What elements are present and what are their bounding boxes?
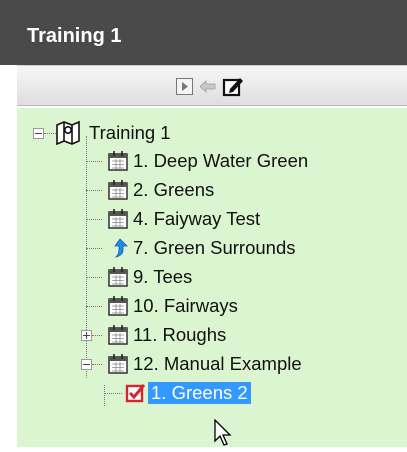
calendar-icon xyxy=(106,352,130,376)
panel-header: Training 1 xyxy=(0,0,407,65)
tree-item[interactable]: 4. Faiyway Test xyxy=(17,204,407,234)
tree-connector xyxy=(86,161,102,162)
tree-expander[interactable] xyxy=(81,359,92,370)
tree-item[interactable]: 2. Greens xyxy=(17,175,407,205)
tree-connector xyxy=(86,248,102,249)
calendar-icon xyxy=(106,294,130,318)
tree-item-label: 9. Tees xyxy=(133,266,193,287)
tree-item[interactable]: 7. Green Surrounds xyxy=(17,233,407,263)
tree-root-label: Training 1 xyxy=(89,122,171,143)
tree-item-label: 10. Fairways xyxy=(133,295,238,316)
tree-item[interactable]: 11. Roughs xyxy=(17,320,407,350)
tree-view[interactable]: Training 1 1. Deep Water Green 2. Greens… xyxy=(17,108,407,447)
tree-item-label: 4. Faiyway Test xyxy=(133,208,261,229)
tree-expander[interactable] xyxy=(33,128,44,139)
tree-root[interactable]: Training 1 xyxy=(17,118,407,148)
tree-item[interactable]: 9. Tees xyxy=(17,262,407,292)
tree-child-item[interactable]: 1. Greens 2 xyxy=(17,378,407,408)
calendar-icon xyxy=(106,178,130,202)
tree-item-label: 11. Roughs xyxy=(133,324,227,345)
arrow-up-icon xyxy=(106,236,130,260)
mouse-cursor-icon xyxy=(214,418,234,452)
arrow-left-icon[interactable] xyxy=(199,80,216,98)
edit-icon[interactable] xyxy=(222,75,244,102)
tree-item-label: 2. Greens xyxy=(133,179,215,200)
tree-item-label: 12. Manual Example xyxy=(133,353,302,374)
tree-connector xyxy=(104,393,122,394)
tree-item[interactable]: 12. Manual Example xyxy=(17,349,407,379)
calendar-icon xyxy=(106,207,130,231)
tree-connector xyxy=(86,219,102,220)
calendar-icon xyxy=(106,265,130,289)
tree-connector xyxy=(86,190,102,191)
tree-item[interactable]: 10. Fairways xyxy=(17,291,407,321)
tree-connector xyxy=(86,306,102,307)
tree-connector xyxy=(92,364,102,365)
panel-title: Training 1 xyxy=(27,25,122,47)
calendar-icon xyxy=(106,323,130,347)
play-icon[interactable] xyxy=(176,78,193,100)
tree-item-label: 7. Green Surrounds xyxy=(133,237,296,258)
tree-item-label: 1. Deep Water Green xyxy=(133,150,309,171)
tree-child-label: 1. Greens 2 xyxy=(148,382,251,404)
tree-connector xyxy=(86,277,102,278)
tree-expander[interactable] xyxy=(81,330,92,341)
tree-connector xyxy=(92,335,102,336)
calendar-icon xyxy=(106,149,130,173)
toolbar xyxy=(17,65,407,106)
checkbox-checked-icon xyxy=(124,381,148,405)
tree-item[interactable]: 1. Deep Water Green xyxy=(17,146,407,176)
map-icon xyxy=(55,119,80,145)
